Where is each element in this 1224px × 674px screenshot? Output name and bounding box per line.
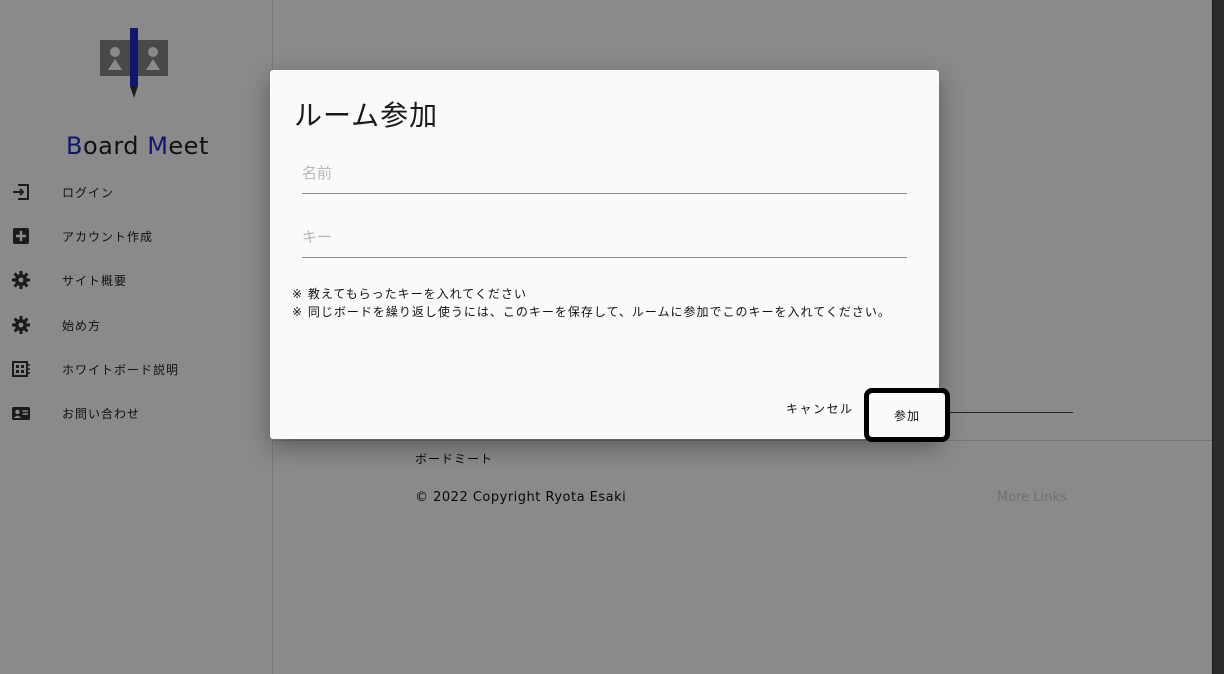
window-edge <box>1212 0 1224 674</box>
name-field <box>302 152 907 196</box>
name-input[interactable] <box>302 152 907 194</box>
join-room-dialog: ルーム参加 ※ 教えてもらったキーを入れてください ※ 同じボードを繰り返し使う… <box>270 70 950 442</box>
join-button[interactable]: 参加 <box>864 388 950 442</box>
instruction-note: ※ 教えてもらったキーを入れてください ※ 同じボードを繰り返し使うには、このキ… <box>292 285 916 321</box>
dialog-title: ルーム参加 <box>294 99 439 132</box>
key-field <box>302 216 907 260</box>
cancel-button[interactable]: キャンセル <box>786 400 854 417</box>
note-line-1: ※ 教えてもらったキーを入れてください <box>292 287 527 301</box>
key-input[interactable] <box>302 216 907 258</box>
note-line-2: ※ 同じボードを繰り返し使うには、このキーを保存して、ルームに参加でこのキーを入… <box>292 305 891 319</box>
